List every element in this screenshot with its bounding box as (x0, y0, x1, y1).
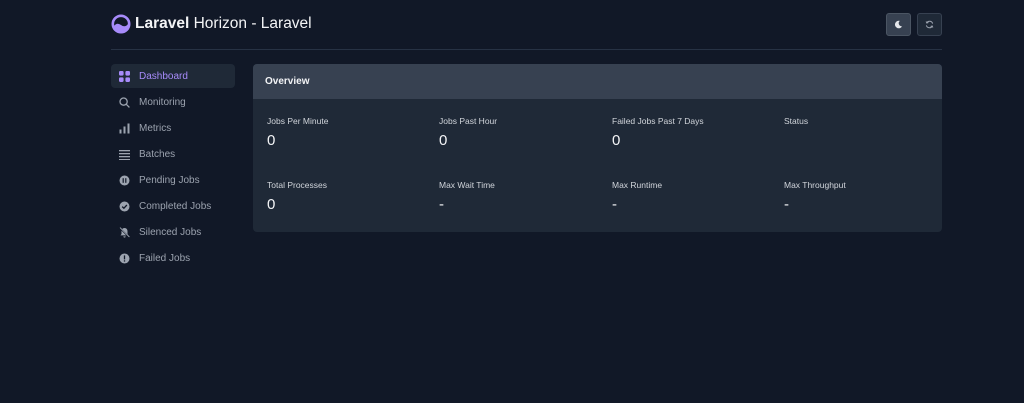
stat-max-throughput: Max Throughput - (784, 180, 942, 213)
sidebar-item-label: Metrics (139, 122, 172, 134)
stat-max-wait-time: Max Wait Time - (439, 180, 611, 213)
exclamation-circle-icon (119, 253, 130, 264)
sidebar-nav: Dashboard Monitoring Metrics Batches Pen… (111, 64, 235, 272)
dashboard-grid-icon (119, 70, 130, 82)
bar-chart-icon (119, 123, 130, 134)
stat-jobs-past-hour: Jobs Past Hour 0 (439, 116, 611, 149)
pause-circle-icon (119, 175, 130, 186)
stat-value: 0 (439, 132, 448, 149)
sidebar-item-label: Monitoring (139, 96, 186, 108)
auto-refresh-button[interactable] (917, 13, 942, 36)
app-title: Laravel Horizon - Laravel (135, 14, 312, 34)
theme-toggle-button[interactable] (886, 13, 911, 36)
refresh-icon (925, 20, 934, 29)
stat-label: Status (784, 116, 809, 126)
stat-label: Jobs Past Hour (439, 116, 498, 126)
stat-label: Max Runtime (612, 180, 663, 190)
app-title-brand: Laravel (135, 15, 190, 32)
sidebar-item-label: Completed Jobs (139, 200, 212, 212)
sidebar-item-label: Batches (139, 148, 176, 160)
stat-value: - (439, 196, 444, 213)
stat-label: Jobs Per Minute (267, 116, 329, 126)
stat-label: Failed Jobs Past 7 Days (612, 116, 704, 126)
app-title-rest: Horizon - Laravel (189, 15, 312, 32)
sidebar-item-label: Failed Jobs (139, 252, 191, 264)
stat-label: Max Wait Time (439, 180, 495, 190)
stat-total-processes: Total Processes 0 (267, 180, 439, 213)
stat-label: Max Throughput (784, 180, 846, 190)
sidebar-item-pending-jobs[interactable]: Pending Jobs (111, 168, 235, 192)
check-circle-icon (119, 201, 130, 212)
overview-title: Overview (253, 64, 942, 99)
sidebar-item-dashboard[interactable]: Dashboard (111, 64, 235, 88)
sidebar-item-label: Pending Jobs (139, 174, 200, 186)
stat-value: 0 (267, 132, 276, 149)
search-icon (119, 96, 130, 108)
horizon-logo-icon (111, 14, 131, 34)
stat-value: 0 (612, 132, 621, 149)
sidebar-item-silenced-jobs[interactable]: Silenced Jobs (111, 220, 235, 244)
list-icon (119, 149, 130, 160)
stat-failed-jobs-past-7-days: Failed Jobs Past 7 Days 0 (612, 116, 784, 149)
stat-jobs-per-minute: Jobs Per Minute 0 (267, 116, 439, 149)
moon-icon (894, 20, 903, 29)
stat-value: - (612, 196, 617, 213)
sidebar-item-batches[interactable]: Batches (111, 142, 235, 166)
stat-status: Status (784, 116, 942, 132)
stat-max-runtime: Max Runtime - (612, 180, 784, 213)
stat-label: Total Processes (267, 180, 327, 190)
stat-value: - (784, 196, 789, 213)
bell-slash-icon (119, 226, 130, 238)
sidebar-item-completed-jobs[interactable]: Completed Jobs (111, 194, 235, 218)
stat-value: 0 (267, 196, 276, 213)
overview-stats: Jobs Per Minute 0 Jobs Past Hour 0 Faile… (253, 99, 942, 232)
app-header: Laravel Horizon - Laravel (111, 0, 942, 50)
sidebar-item-metrics[interactable]: Metrics (111, 116, 235, 140)
sidebar-item-label: Silenced Jobs (139, 226, 202, 238)
sidebar-item-label: Dashboard (139, 70, 188, 82)
overview-card: Overview Jobs Per Minute 0 Jobs Past Hou… (253, 64, 942, 232)
sidebar-item-failed-jobs[interactable]: Failed Jobs (111, 246, 235, 270)
sidebar-item-monitoring[interactable]: Monitoring (111, 90, 235, 114)
